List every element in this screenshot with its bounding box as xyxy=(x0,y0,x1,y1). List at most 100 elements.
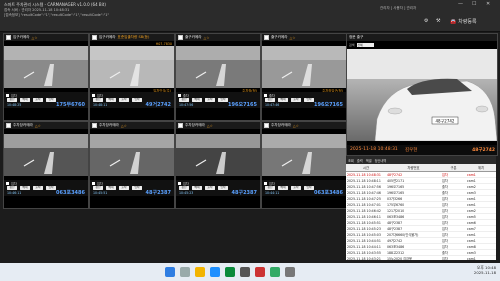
enter-button[interactable]: 입차 xyxy=(218,97,228,102)
camera-checkbox[interactable] xyxy=(264,123,269,128)
camera-cell[interactable]: 주차장카메라 △☆ 입차 정산 해제 출차 입차 xyxy=(3,121,89,209)
camera-controls: 출차 정산 해제 출차 입차 10:47:56 196오7165 xyxy=(176,92,260,108)
excel-icon[interactable] xyxy=(225,267,235,277)
exit-button[interactable]: 출차 xyxy=(33,97,43,102)
camera-cell[interactable]: 입구카메라 △☆ 입차 정산 해제 출차 입차 10:48:25 175무676… xyxy=(3,33,89,121)
camera-mode[interactable]: △☆ xyxy=(32,36,38,40)
camera-header: 출구카메라 △☆ xyxy=(176,34,260,41)
settle-button[interactable]: 정산 xyxy=(179,185,189,190)
release-button[interactable]: 해제 xyxy=(20,97,30,102)
minimize-button[interactable]: — xyxy=(458,1,463,7)
close-button[interactable]: ✕ xyxy=(486,1,490,7)
chat-icon[interactable] xyxy=(270,267,280,277)
camera-checkbox[interactable] xyxy=(178,123,183,128)
camera-controls: 입차 정산 해제 출차 입차 10:44:11 063포3486 xyxy=(262,180,346,196)
search-icon[interactable] xyxy=(180,267,190,277)
camera-mode[interactable]: △☆ xyxy=(207,124,213,128)
maximize-button[interactable]: ☐ xyxy=(472,1,476,7)
folder-icon[interactable] xyxy=(195,267,205,277)
settlement-button[interactable]: 정산내역 xyxy=(375,158,387,163)
settle-button[interactable]: 정산 xyxy=(179,97,189,102)
enter-button[interactable]: 입차 xyxy=(304,185,314,190)
camera-cell[interactable]: 입구카메라 표준입출차량 SB(등) H07-7830 입차인식(주) 입차 정… xyxy=(89,33,175,121)
release-button[interactable]: 해제 xyxy=(278,185,288,190)
settle-button[interactable]: 정산 xyxy=(7,185,17,190)
app-icon[interactable] xyxy=(240,267,250,277)
camera-header: 주차장카메라 △☆ xyxy=(4,122,88,129)
col-location[interactable]: 위치 xyxy=(466,164,496,172)
camera-name: 주차장카메라 xyxy=(271,123,291,127)
main-camera-image: 48구2742 xyxy=(347,49,497,142)
release-button[interactable]: 해제 xyxy=(106,185,116,190)
log-plate: 15노2020 김강윤 xyxy=(386,255,441,260)
enter-button[interactable]: 입차 xyxy=(218,185,228,190)
capture-time: 10:48:25 xyxy=(7,103,22,107)
camera-controls: 입차 정산 해제 출차 입차 10:48:25 175무6760 xyxy=(4,92,88,108)
log-row[interactable]: 2025-11-18 10:43:21 15노2020 김강윤 입차 cam1 xyxy=(346,255,496,260)
settle-button[interactable]: 정산 xyxy=(265,97,275,102)
camera-mode[interactable]: △☆ xyxy=(293,124,299,128)
search-log-button[interactable]: 조회 xyxy=(348,158,354,163)
exit-button[interactable]: 출차 xyxy=(291,185,301,190)
camera-mode[interactable]: 표준입출차량 SB(등) xyxy=(118,35,150,40)
settle-button[interactable]: 정산 xyxy=(7,97,17,102)
camera-name: 주차장카메라 xyxy=(13,123,33,127)
config-button[interactable]: ⚒ xyxy=(436,18,440,24)
camera-mode[interactable]: △☆ xyxy=(204,36,210,40)
enter-button[interactable]: 입차 xyxy=(132,185,142,190)
col-plate[interactable]: 차량번호 xyxy=(386,164,441,172)
camera-checkbox[interactable] xyxy=(92,35,97,40)
release-button[interactable]: 해제 xyxy=(20,185,30,190)
browser-icon[interactable] xyxy=(210,267,220,277)
enter-button[interactable]: 입차 xyxy=(46,97,56,102)
release-button[interactable]: 해제 xyxy=(192,97,202,102)
camera-header: 입구카메라 △☆ xyxy=(4,34,88,41)
start-icon[interactable] xyxy=(165,267,175,277)
release-button[interactable]: 해제 xyxy=(278,97,288,102)
enter-button[interactable]: 입차 xyxy=(46,185,56,190)
camera-checkbox[interactable] xyxy=(6,35,11,40)
record-icon[interactable] xyxy=(255,267,265,277)
col-type[interactable]: 구분 xyxy=(441,164,466,172)
release-button[interactable]: 해제 xyxy=(106,97,116,102)
exit-button[interactable]: 출차 xyxy=(205,97,215,102)
enter-button[interactable]: 입차 xyxy=(132,97,142,102)
camera-image xyxy=(176,46,260,88)
enter-button[interactable]: 입차 xyxy=(304,97,314,102)
camera-mode[interactable]: △☆ xyxy=(35,124,41,128)
exit-button[interactable]: 출차 xyxy=(291,97,301,102)
vehicle-register-button[interactable]: 🚘 차량등록 xyxy=(450,18,477,26)
exit-button[interactable]: 출차 xyxy=(33,185,43,190)
camera-checkbox[interactable] xyxy=(92,123,97,128)
settle-button[interactable]: 정산 xyxy=(93,97,103,102)
camera-cell[interactable]: 주차장카메라 △☆ 입차 정산 해제 출차 입차 xyxy=(261,121,347,209)
camera-cell[interactable]: 출구카메라 △☆ 주차장입구(정) 출차 정산 해제 출차 입차 10:47:4… xyxy=(261,33,347,121)
camera-checkbox[interactable] xyxy=(178,35,183,40)
camera-checkbox[interactable] xyxy=(264,35,269,40)
camera-header: 주차장카메라 △☆ xyxy=(90,122,174,129)
camera-mode[interactable]: △☆ xyxy=(121,124,127,128)
system-clock[interactable]: 오후 10:48 2025-11-18 xyxy=(474,265,496,275)
settle-button[interactable]: 정산 xyxy=(93,185,103,190)
excel-button[interactable]: 엑셀 xyxy=(366,158,372,163)
plate-number: 48구2387 xyxy=(145,190,171,196)
settings-button[interactable]: ⚙ xyxy=(424,18,428,24)
camera-mode[interactable]: △☆ xyxy=(290,36,296,40)
exit-button[interactable]: 출차 xyxy=(205,185,215,190)
release-button[interactable]: 해제 xyxy=(192,185,202,190)
exit-button[interactable]: 출차 xyxy=(119,185,129,190)
camera-image xyxy=(90,134,174,176)
camera-cell[interactable]: 주차장카메라 △☆ 입차 정산 해제 출차 입차 xyxy=(175,121,261,209)
log-location: cam1 xyxy=(466,255,496,260)
camera-image xyxy=(262,134,346,176)
camera-checkbox[interactable] xyxy=(6,123,11,128)
camera-cell[interactable]: 주차장카메라 △☆ 입차 정산 해제 출차 입차 xyxy=(89,121,175,209)
exit-button[interactable]: 출차 xyxy=(119,97,129,102)
terminal-icon[interactable] xyxy=(285,267,295,277)
settle-button[interactable]: 정산 xyxy=(265,185,275,190)
col-time[interactable]: 시간 xyxy=(346,164,386,172)
print-button[interactable]: 출력 xyxy=(357,158,363,163)
entry-log-table: 시간 차량번호 구분 위치 2025-11-18 10:48:31 48구2742… xyxy=(346,164,496,260)
camera-cell[interactable]: 출구카메라 △☆ 주차장(정) 출차 정산 해제 출차 입차 10:47:56 … xyxy=(175,33,261,121)
filter-select[interactable]: 전체 xyxy=(356,43,374,47)
